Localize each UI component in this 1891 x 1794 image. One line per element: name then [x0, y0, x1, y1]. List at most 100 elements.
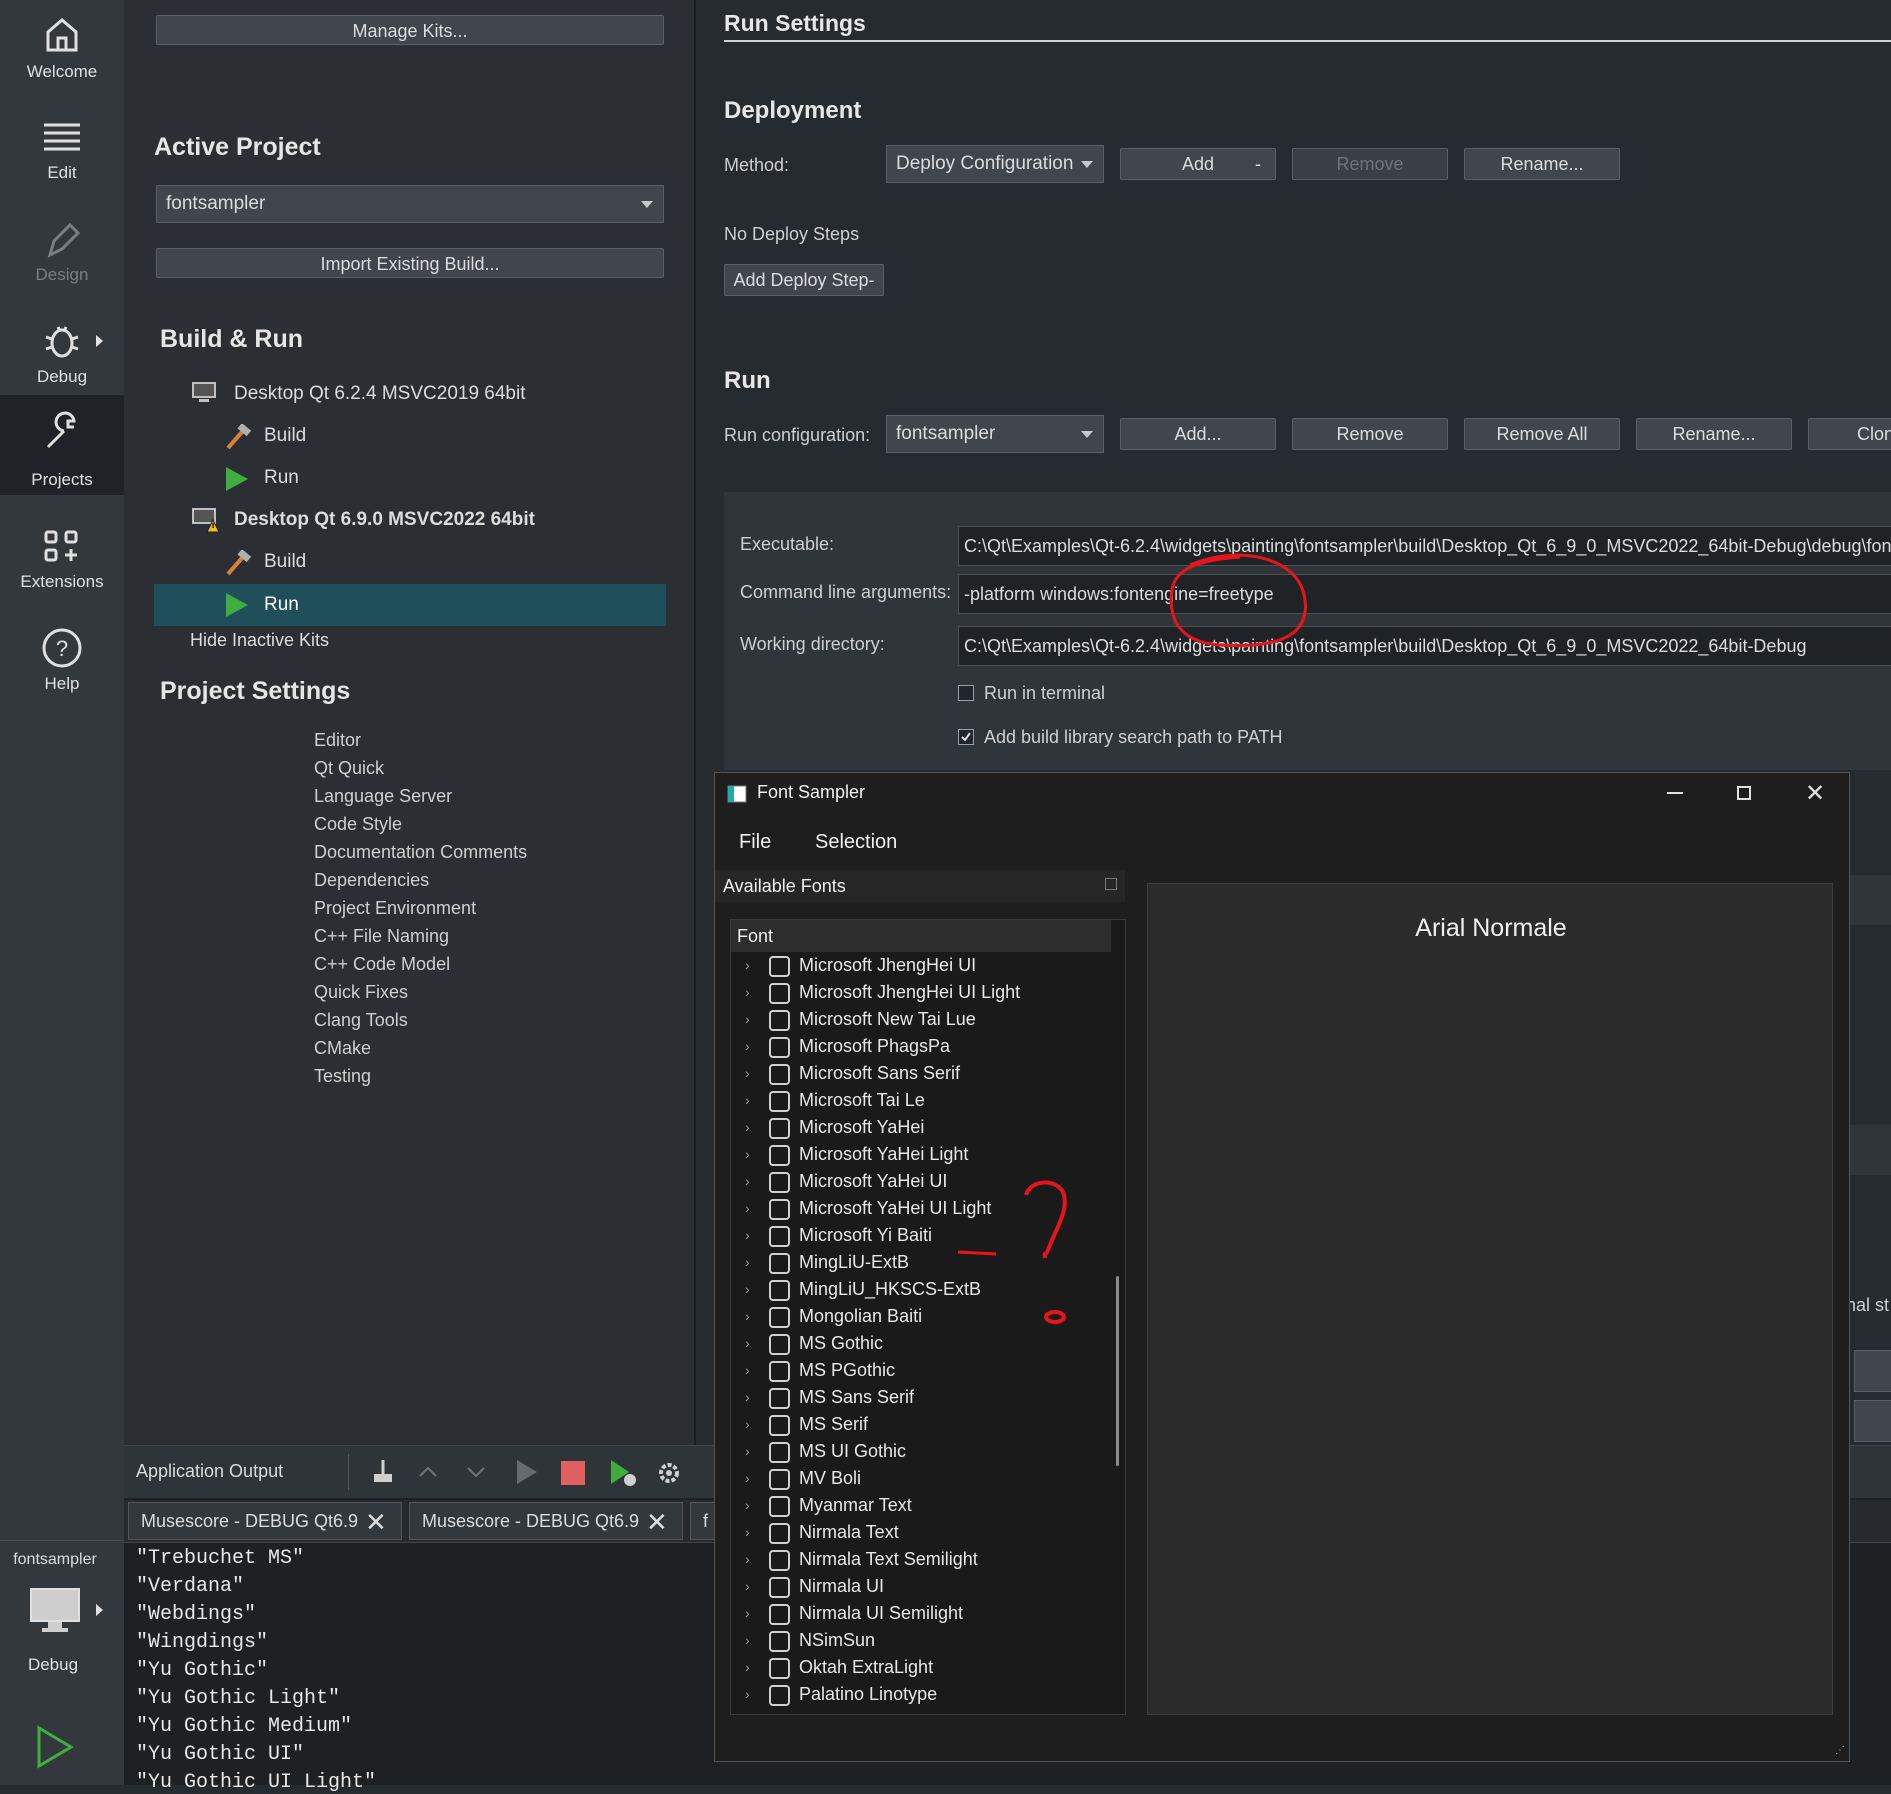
font-tree-row[interactable]: › Microsoft YaHei Light	[731, 1141, 1091, 1168]
expand-chevron-icon[interactable]: ›	[745, 1168, 750, 1195]
font-tree-row[interactable]: › Microsoft YaHei UI	[731, 1168, 1091, 1195]
mode-help[interactable]: ? Help	[0, 612, 124, 712]
expand-chevron-icon[interactable]: ›	[745, 1681, 750, 1708]
expand-chevron-icon[interactable]: ›	[745, 1573, 750, 1600]
mode-debug[interactable]: Debug	[0, 305, 124, 405]
expand-chevron-icon[interactable]: ›	[745, 1357, 750, 1384]
font-checkbox[interactable]	[769, 983, 790, 1004]
font-checkbox[interactable]	[769, 1388, 790, 1409]
font-checkbox[interactable]	[769, 1199, 790, 1220]
expand-chevron-icon[interactable]: ›	[745, 1384, 750, 1411]
font-tree-row[interactable]: › MV Boli	[731, 1465, 1091, 1492]
workdir-field[interactable]: C:\Qt\Examples\Qt-6.2.4\widgets\painting…	[958, 626, 1891, 666]
expand-chevron-icon[interactable]: ›	[745, 1006, 750, 1033]
run-remove-button[interactable]: Remove	[1292, 418, 1448, 450]
font-checkbox[interactable]	[769, 1523, 790, 1544]
run-remove-all-button[interactable]: Remove All	[1464, 418, 1620, 450]
font-tree-row[interactable]: › Microsoft YaHei UI Light	[731, 1195, 1091, 1222]
font-checkbox[interactable]	[769, 1307, 790, 1328]
expand-chevron-icon[interactable]: ›	[745, 1438, 750, 1465]
font-tree-row[interactable]: › MS UI Gothic	[731, 1438, 1091, 1465]
kit2-run-selected[interactable]: Run	[154, 584, 666, 626]
stop-icon[interactable]	[560, 1460, 586, 1486]
executable-field[interactable]: C:\Qt\Examples\Qt-6.2.4\widgets\painting…	[958, 526, 1891, 566]
font-checkbox[interactable]	[769, 1442, 790, 1463]
font-checkbox[interactable]	[769, 1469, 790, 1490]
debug-run-icon[interactable]	[608, 1458, 638, 1488]
font-tree-row[interactable]: › Myanmar Text	[731, 1492, 1091, 1519]
font-tree-row[interactable]: › Mongolian Baiti	[731, 1303, 1091, 1330]
expand-chevron-icon[interactable]: ›	[745, 1600, 750, 1627]
font-tree-row[interactable]: › Microsoft Yi Baiti	[731, 1222, 1091, 1249]
project-setting-item[interactable]: C++ File Naming	[314, 926, 449, 947]
font-tree-row[interactable]: › Palatino Linotype	[731, 1681, 1091, 1708]
run-config-combo[interactable]: fontsampler	[886, 415, 1104, 453]
expand-chevron-icon[interactable]: ›	[745, 1087, 750, 1114]
expand-chevron-icon[interactable]: ›	[745, 1114, 750, 1141]
font-checkbox[interactable]	[769, 1280, 790, 1301]
font-tree-row[interactable]: › Microsoft JhengHei UI	[731, 952, 1091, 979]
float-dock-icon[interactable]	[1105, 878, 1117, 890]
expand-chevron-icon[interactable]: ›	[745, 1276, 750, 1303]
font-checkbox[interactable]	[769, 1145, 790, 1166]
expand-chevron-icon[interactable]: ›	[745, 1195, 750, 1222]
expand-chevron-icon[interactable]: ›	[745, 952, 750, 979]
close-icon[interactable]: ✕	[1805, 779, 1825, 808]
project-setting-item[interactable]: Editor	[314, 730, 361, 751]
font-tree-row[interactable]: › Microsoft New Tai Lue	[731, 1006, 1091, 1033]
font-checkbox[interactable]	[769, 1631, 790, 1652]
font-checkbox[interactable]	[769, 1550, 790, 1571]
font-checkbox[interactable]	[769, 1118, 790, 1139]
menu-file[interactable]: File	[739, 831, 771, 854]
font-tree-row[interactable]: › Microsoft PhagsPa	[731, 1033, 1091, 1060]
project-setting-item[interactable]: Code Style	[314, 814, 402, 835]
project-setting-item[interactable]: Testing	[314, 1066, 371, 1087]
expand-chevron-icon[interactable]: ›	[745, 1303, 750, 1330]
font-checkbox[interactable]	[769, 1037, 790, 1058]
close-icon[interactable]: ✕	[646, 1507, 668, 1538]
run-icon[interactable]	[34, 1724, 76, 1770]
deploy-rename-button[interactable]: Rename...	[1464, 148, 1620, 180]
expand-chevron-icon[interactable]: ›	[745, 1330, 750, 1357]
deploy-method-combo[interactable]: Deploy Configuration	[886, 145, 1104, 183]
font-checkbox[interactable]	[769, 1253, 790, 1274]
expand-chevron-icon[interactable]: ›	[745, 1249, 750, 1276]
maximize-icon[interactable]	[1737, 786, 1751, 800]
gear-icon[interactable]	[654, 1458, 684, 1488]
expand-chevron-icon[interactable]: ›	[745, 1654, 750, 1681]
expand-chevron-icon[interactable]: ›	[745, 1519, 750, 1546]
run-rename-button[interactable]: Rename...	[1636, 418, 1792, 450]
hide-inactive-kits[interactable]: Hide Inactive Kits	[190, 622, 329, 658]
expand-chevron-icon[interactable]: ›	[745, 1222, 750, 1249]
menu-selection[interactable]: Selection	[815, 831, 897, 854]
project-setting-item[interactable]: Quick Fixes	[314, 982, 408, 1003]
font-tree-row[interactable]: › Nirmala UI	[731, 1573, 1091, 1600]
font-checkbox[interactable]	[769, 1010, 790, 1031]
manage-kits-button[interactable]: Manage Kits...	[156, 15, 664, 45]
add-deploy-step-button[interactable]: Add Deploy Step-	[724, 264, 884, 296]
font-tree-row[interactable]: › NSimSun	[731, 1627, 1091, 1654]
run-clone-button[interactable]: Clon	[1808, 418, 1891, 450]
font-tree-row[interactable]: › MS Serif	[731, 1411, 1091, 1438]
font-tree-row[interactable]: › MS PGothic	[731, 1357, 1091, 1384]
active-project-combo[interactable]: fontsampler	[156, 185, 664, 223]
font-tree-row[interactable]: › Nirmala Text Semilight	[731, 1546, 1091, 1573]
expand-chevron-icon[interactable]: ›	[745, 1060, 750, 1087]
clear-broom-icon[interactable]	[368, 1458, 398, 1486]
font-checkbox[interactable]	[769, 956, 790, 977]
font-tree-row[interactable]: › Microsoft YaHei	[731, 1114, 1091, 1141]
deploy-remove-button[interactable]: Remove	[1292, 148, 1448, 180]
font-checkbox[interactable]	[769, 1172, 790, 1193]
font-tree-row[interactable]: › Nirmala UI Semilight	[731, 1600, 1091, 1627]
output-tab[interactable]: Musescore - DEBUG Qt6.9 ✕	[409, 1502, 683, 1540]
project-setting-item[interactable]: Qt Quick	[314, 758, 384, 779]
chevron-down-icon[interactable]	[464, 1462, 488, 1482]
font-tree-row[interactable]: › MS Sans Serif	[731, 1384, 1091, 1411]
font-tree-row[interactable]: › MingLiU-ExtB	[731, 1249, 1091, 1276]
chevron-up-icon[interactable]	[416, 1462, 440, 1482]
font-tree-row[interactable]: › Microsoft Tai Le	[731, 1087, 1091, 1114]
target-selector[interactable]: Debug	[0, 1580, 124, 1690]
mode-welcome[interactable]: Welcome	[0, 0, 124, 100]
rerun-icon[interactable]	[514, 1458, 540, 1486]
project-setting-item[interactable]: CMake	[314, 1038, 371, 1059]
